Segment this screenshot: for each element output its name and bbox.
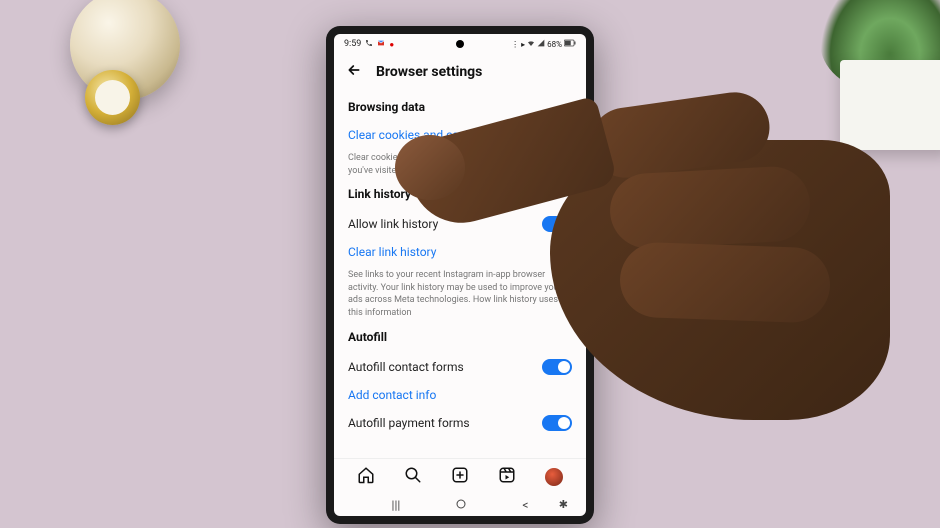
autofill-contact-label: Autofill contact forms: [348, 360, 464, 374]
section-link-history: Link history: [348, 187, 572, 201]
section-browsing-data: Browsing data: [348, 100, 572, 114]
link-history-description: See links to your recent Instagram in-ap…: [348, 269, 572, 319]
autofill-payment-label: Autofill payment forms: [348, 416, 470, 430]
record-icon: ●: [389, 40, 394, 49]
signal-icon: [537, 39, 545, 49]
clear-link-history-link[interactable]: Clear link history: [348, 239, 572, 265]
wifi-icon: [527, 39, 535, 49]
sys-home-icon[interactable]: [455, 498, 467, 513]
sys-back-icon[interactable]: <: [522, 498, 528, 512]
sys-accessibility-icon[interactable]: ✱: [559, 498, 568, 511]
nav-home-icon[interactable]: [357, 466, 375, 488]
bottom-nav: [334, 458, 586, 494]
autofill-contact-toggle[interactable]: [542, 359, 572, 375]
settings-content: Browsing data Clear cookies and cache Cl…: [334, 90, 586, 458]
battery-icon: [564, 39, 576, 49]
nav-search-icon[interactable]: [404, 466, 422, 488]
add-contact-info-link[interactable]: Add contact info: [348, 382, 572, 408]
nav-reels-icon[interactable]: [498, 466, 516, 488]
back-arrow-icon[interactable]: [346, 62, 362, 82]
vibrate-icon: ▸: [521, 40, 525, 49]
browsing-data-description: Clear cookies, cache and storage data fr…: [348, 152, 572, 177]
phone-screen: 9:59 ● ⋮ ▸ 68%: [334, 34, 586, 516]
battery-percent: 68%: [547, 40, 562, 49]
clear-cookies-link[interactable]: Clear cookies and cache: [348, 122, 572, 148]
status-time: 9:59: [344, 39, 361, 49]
nav-create-icon[interactable]: [451, 466, 469, 488]
nav-profile-avatar[interactable]: [545, 468, 563, 486]
front-camera: [456, 40, 464, 48]
smartphone-frame: 9:59 ● ⋮ ▸ 68%: [326, 26, 594, 524]
page-header: Browser settings: [334, 54, 586, 90]
page-title: Browser settings: [376, 64, 482, 80]
desk-decoration-right: [800, 0, 940, 170]
gmail-icon: [377, 39, 385, 50]
white-planter: [840, 60, 940, 150]
section-autofill: Autofill: [348, 330, 572, 344]
allow-link-history-row[interactable]: Allow link history: [348, 209, 572, 239]
autofill-payment-row[interactable]: Autofill payment forms: [348, 408, 572, 438]
sys-recents-icon[interactable]: |||: [392, 498, 401, 512]
allow-link-history-label: Allow link history: [348, 217, 438, 231]
system-nav-bar: ||| < ✱: [334, 494, 586, 516]
allow-link-history-toggle[interactable]: [542, 216, 572, 232]
bluetooth-icon: ⋮: [511, 40, 519, 49]
phone-icon: [365, 39, 373, 50]
desk-decoration-left: [60, 0, 190, 130]
autofill-contact-row[interactable]: Autofill contact forms: [348, 352, 572, 382]
gold-clock: [85, 70, 140, 125]
autofill-payment-toggle[interactable]: [542, 415, 572, 431]
